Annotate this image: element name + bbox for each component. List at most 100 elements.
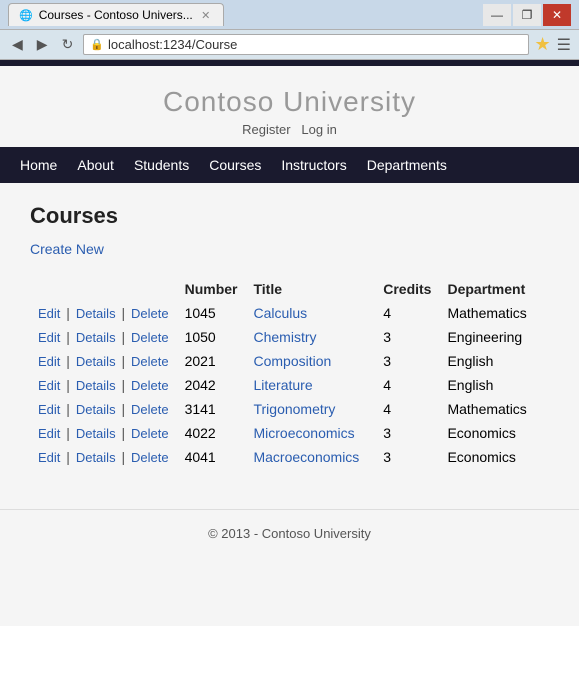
nav-instructors[interactable]: Instructors: [281, 157, 346, 173]
sep2: |: [121, 329, 125, 345]
site-header: Contoso University Register Log in: [0, 66, 579, 147]
course-credits: 3: [375, 349, 439, 373]
sep1: |: [66, 401, 70, 417]
col-credits-header: Credits: [375, 277, 439, 301]
sep2: |: [121, 401, 125, 417]
maximize-button[interactable]: ❐: [513, 4, 541, 26]
course-number: 1050: [177, 325, 246, 349]
course-credits: 4: [375, 373, 439, 397]
address-input[interactable]: [108, 37, 522, 52]
sep1: |: [66, 377, 70, 393]
course-credits: 3: [375, 445, 439, 469]
course-department: Mathematics: [439, 301, 549, 325]
delete-link[interactable]: Delete: [131, 378, 169, 393]
details-link[interactable]: Details: [76, 378, 116, 393]
login-link[interactable]: Log in: [301, 122, 336, 137]
course-title: Calculus: [245, 301, 375, 325]
course-number: 4041: [177, 445, 246, 469]
site-title: Contoso University: [0, 86, 579, 118]
details-link[interactable]: Details: [76, 306, 116, 321]
tab-close-button[interactable]: ✕: [199, 8, 213, 22]
address-bar: ◀ ▶ ↻ 🔒 ★ ☰: [0, 30, 579, 60]
table-row: Edit | Details | Delete 1050 Chemistry 3…: [30, 325, 549, 349]
sep2: |: [121, 305, 125, 321]
nav-departments[interactable]: Departments: [367, 157, 447, 173]
col-dept-header: Department: [439, 277, 549, 301]
page-body: Courses Create New Number Title Credits …: [0, 183, 579, 489]
close-button[interactable]: ✕: [543, 4, 571, 26]
delete-link[interactable]: Delete: [131, 330, 169, 345]
course-department: Engineering: [439, 325, 549, 349]
create-new-link[interactable]: Create New: [30, 241, 104, 257]
forward-button[interactable]: ▶: [33, 34, 52, 55]
courses-table: Number Title Credits Department Edit | D…: [30, 277, 549, 469]
title-bar: 🌐 Courses - Contoso Univers... ✕ — ❐ ✕: [0, 0, 579, 30]
course-department: Mathematics: [439, 397, 549, 421]
sep1: |: [66, 449, 70, 465]
sep1: |: [66, 353, 70, 369]
course-number: 3141: [177, 397, 246, 421]
sep1: |: [66, 329, 70, 345]
page-footer: © 2013 - Contoso University: [0, 509, 579, 557]
refresh-button[interactable]: ↻: [58, 34, 78, 55]
nav-courses[interactable]: Courses: [209, 157, 261, 173]
action-cell: Edit | Details | Delete: [30, 421, 177, 445]
title-bar-left: 🌐 Courses - Contoso Univers... ✕: [8, 3, 224, 26]
col-title-header: Title: [245, 277, 375, 301]
minimize-button[interactable]: —: [483, 4, 511, 26]
window-controls: — ❐ ✕: [483, 4, 571, 26]
course-number: 2021: [177, 349, 246, 373]
details-link[interactable]: Details: [76, 330, 116, 345]
edit-link[interactable]: Edit: [38, 450, 60, 465]
browser-tab[interactable]: 🌐 Courses - Contoso Univers... ✕: [8, 3, 224, 26]
course-department: English: [439, 373, 549, 397]
edit-link[interactable]: Edit: [38, 426, 60, 441]
course-number: 4022: [177, 421, 246, 445]
course-credits: 3: [375, 325, 439, 349]
nav-students[interactable]: Students: [134, 157, 189, 173]
course-department: English: [439, 349, 549, 373]
sep2: |: [121, 377, 125, 393]
table-row: Edit | Details | Delete 3141 Trigonometr…: [30, 397, 549, 421]
delete-link[interactable]: Delete: [131, 426, 169, 441]
sep2: |: [121, 449, 125, 465]
table-row: Edit | Details | Delete 1045 Calculus 4 …: [30, 301, 549, 325]
page-heading: Courses: [30, 203, 549, 229]
sep1: |: [66, 305, 70, 321]
details-link[interactable]: Details: [76, 354, 116, 369]
table-row: Edit | Details | Delete 2021 Composition…: [30, 349, 549, 373]
delete-link[interactable]: Delete: [131, 402, 169, 417]
back-button[interactable]: ◀: [8, 34, 27, 55]
action-cell: Edit | Details | Delete: [30, 325, 177, 349]
delete-link[interactable]: Delete: [131, 306, 169, 321]
action-cell: Edit | Details | Delete: [30, 373, 177, 397]
course-credits: 4: [375, 301, 439, 325]
window-chrome: 🌐 Courses - Contoso Univers... ✕ — ❐ ✕ ◀…: [0, 0, 579, 66]
details-link[interactable]: Details: [76, 450, 116, 465]
action-cell: Edit | Details | Delete: [30, 301, 177, 325]
edit-link[interactable]: Edit: [38, 330, 60, 345]
edit-link[interactable]: Edit: [38, 354, 60, 369]
course-title: Trigonometry: [245, 397, 375, 421]
address-input-wrap: 🔒: [83, 34, 528, 55]
favorites-icon[interactable]: ★: [535, 34, 551, 55]
sep1: |: [66, 425, 70, 441]
delete-link[interactable]: Delete: [131, 354, 169, 369]
details-link[interactable]: Details: [76, 402, 116, 417]
col-actions-header: [30, 277, 177, 301]
menu-icon[interactable]: ☰: [557, 35, 571, 55]
course-title: Microeconomics: [245, 421, 375, 445]
details-link[interactable]: Details: [76, 426, 116, 441]
delete-link[interactable]: Delete: [131, 450, 169, 465]
register-link[interactable]: Register: [242, 122, 290, 137]
course-department: Economics: [439, 445, 549, 469]
course-credits: 4: [375, 397, 439, 421]
edit-link[interactable]: Edit: [38, 378, 60, 393]
nav-about[interactable]: About: [77, 157, 114, 173]
course-number: 1045: [177, 301, 246, 325]
edit-link[interactable]: Edit: [38, 306, 60, 321]
tab-title: Courses - Contoso Univers...: [39, 8, 193, 22]
nav-home[interactable]: Home: [20, 157, 57, 173]
edit-link[interactable]: Edit: [38, 402, 60, 417]
course-credits: 3: [375, 421, 439, 445]
